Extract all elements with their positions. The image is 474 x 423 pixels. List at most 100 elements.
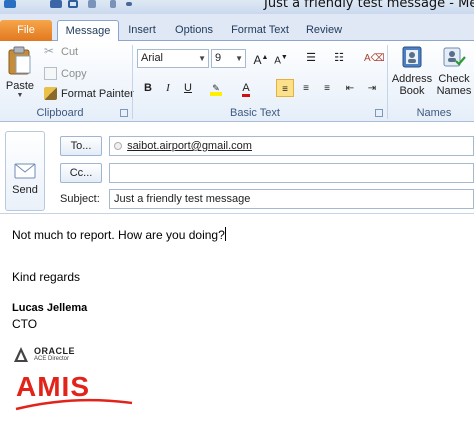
decrease-indent-button[interactable]: ⇤ bbox=[341, 79, 359, 97]
bold-button[interactable]: B bbox=[139, 79, 157, 97]
increase-indent-icon: ⇥ bbox=[367, 83, 377, 94]
check-names-icon bbox=[443, 47, 466, 67]
italic-button[interactable]: I bbox=[159, 79, 177, 97]
align-right-icon: ≡ bbox=[324, 83, 330, 94]
cc-field[interactable] bbox=[109, 163, 474, 183]
copy-icon bbox=[44, 67, 57, 80]
format-painter-button[interactable]: Format Painter bbox=[44, 87, 134, 100]
message-body[interactable]: Not much to report. How are you doing? K… bbox=[0, 215, 474, 423]
align-right-button[interactable]: ≡ bbox=[318, 79, 336, 97]
font-size-value: 9 bbox=[215, 52, 222, 64]
subject-field[interactable]: Just a friendly test message bbox=[109, 189, 474, 209]
grow-font-button[interactable]: A▲ bbox=[252, 49, 270, 67]
ace-director-text: ACE Director bbox=[34, 356, 70, 362]
align-center-icon: ≡ bbox=[303, 83, 309, 94]
copy-label: Copy bbox=[61, 67, 87, 80]
signature-role: CTO bbox=[12, 317, 38, 331]
underline-button[interactable]: U bbox=[179, 79, 197, 97]
oracle-wordmark: ORACLE bbox=[34, 346, 75, 356]
clipboard-icon bbox=[8, 46, 31, 75]
basic-text-group-label: Basic Text bbox=[230, 107, 280, 119]
oracle-ace-logo: ORACLE ACE Director bbox=[12, 346, 102, 366]
align-left-icon: ≡ bbox=[282, 84, 288, 95]
ribbon-tabs: File Message Insert Options Format Text … bbox=[0, 14, 474, 42]
font-name-value: Arial bbox=[141, 52, 164, 64]
address-book-label-2: Book bbox=[399, 85, 425, 97]
clipboard-launcher-icon[interactable] bbox=[120, 109, 128, 117]
address-book-button[interactable]: Address Book bbox=[391, 45, 433, 105]
title-bar: Just a friendly test message - Message ( bbox=[0, 0, 474, 14]
send-label: Send bbox=[12, 184, 38, 196]
cut-button[interactable]: ✂ Cut bbox=[44, 45, 78, 58]
body-line-1: Not much to report. How are you doing? bbox=[12, 227, 226, 242]
names-group-label: Names bbox=[416, 107, 452, 119]
body-line-1-text: Not much to report. How are you doing? bbox=[12, 228, 225, 242]
to-button[interactable]: To... bbox=[60, 136, 102, 156]
font-color-button[interactable]: A bbox=[237, 79, 255, 97]
paste-dropdown-icon[interactable]: ▼ bbox=[4, 92, 36, 99]
font-color-icon: A bbox=[242, 82, 250, 97]
bullets-button[interactable]: ☰ bbox=[302, 49, 320, 67]
paintbrush-icon bbox=[44, 87, 57, 100]
send-button[interactable]: Send bbox=[5, 131, 45, 211]
save-icon[interactable] bbox=[50, 0, 62, 8]
font-name-select[interactable]: Arial ▼ bbox=[137, 49, 209, 68]
amis-swoosh-icon bbox=[15, 398, 133, 411]
highlight-button[interactable]: ✎ bbox=[207, 79, 225, 97]
clear-formatting-button[interactable]: A⌫ bbox=[364, 49, 385, 67]
check-names-label-1: Check bbox=[438, 73, 470, 85]
ace-emblem-icon bbox=[14, 347, 28, 362]
tab-review[interactable]: Review bbox=[302, 20, 346, 41]
shrink-font-button[interactable]: A▼ bbox=[272, 49, 290, 67]
tab-insert[interactable]: Insert bbox=[122, 20, 162, 41]
cut-label: Cut bbox=[61, 45, 79, 58]
body-line-2: Kind regards bbox=[12, 270, 81, 284]
bullets-icon: ☰ bbox=[306, 52, 316, 64]
to-field[interactable]: saibot.airport@gmail.com bbox=[109, 136, 474, 156]
signature-name: Lucas Jellema bbox=[12, 302, 88, 314]
to-recipient[interactable]: saibot.airport@gmail.com bbox=[127, 140, 252, 152]
outlook-icon bbox=[4, 0, 16, 8]
amis-logo: AMIS bbox=[14, 371, 134, 411]
window-title: Just a friendly test message - Message ( bbox=[264, 0, 474, 11]
compose-header: Send To... saibot.airport@gmail.com Cc..… bbox=[0, 123, 474, 214]
basic-text-launcher-icon[interactable] bbox=[375, 109, 383, 117]
tab-options[interactable]: Options bbox=[170, 20, 218, 41]
qat-customize-icon[interactable] bbox=[126, 2, 132, 6]
copy-button[interactable]: Copy bbox=[44, 67, 87, 80]
chevron-down-icon: ▼ bbox=[235, 54, 243, 63]
numbering-icon: ☷ bbox=[334, 52, 344, 64]
address-book-label-1: Address bbox=[391, 73, 433, 85]
qat-more-icon[interactable] bbox=[110, 0, 116, 8]
paste-button[interactable]: Paste ▼ bbox=[4, 44, 36, 102]
undo-icon[interactable] bbox=[68, 0, 78, 8]
highlighter-icon: ✎ bbox=[210, 84, 222, 96]
tab-format-text[interactable]: Format Text bbox=[226, 20, 294, 41]
cc-button[interactable]: Cc... bbox=[60, 163, 102, 183]
ribbon: Paste ▼ ✂ Cut Copy Format Painter Clipbo… bbox=[0, 41, 474, 122]
align-left-button[interactable]: ≡ bbox=[276, 79, 294, 97]
tab-message[interactable]: Message bbox=[57, 20, 119, 42]
tab-file[interactable]: File bbox=[0, 20, 52, 41]
numbering-button[interactable]: ☷ bbox=[330, 49, 348, 67]
subject-label: Subject: bbox=[60, 193, 100, 205]
send-icon bbox=[14, 163, 36, 179]
scissors-icon: ✂ bbox=[44, 44, 55, 58]
address-book-icon bbox=[402, 46, 422, 68]
format-painter-label: Format Painter bbox=[61, 87, 134, 100]
recipient-status-icon bbox=[114, 142, 122, 150]
text-caret bbox=[224, 227, 226, 241]
paste-label: Paste bbox=[5, 80, 35, 92]
increase-indent-button[interactable]: ⇥ bbox=[363, 79, 381, 97]
check-names-label-2: Names bbox=[436, 85, 472, 97]
redo-icon[interactable] bbox=[88, 0, 96, 8]
chevron-down-icon: ▼ bbox=[198, 54, 206, 63]
font-size-select[interactable]: 9 ▼ bbox=[211, 49, 246, 68]
clipboard-group-label: Clipboard bbox=[36, 107, 84, 119]
check-names-button[interactable]: Check Names bbox=[434, 45, 474, 105]
decrease-indent-icon: ⇤ bbox=[345, 83, 355, 94]
group-separator bbox=[132, 45, 133, 119]
group-separator bbox=[387, 45, 388, 119]
clear-formatting-icon: A⌫ bbox=[364, 53, 385, 64]
align-center-button[interactable]: ≡ bbox=[297, 79, 315, 97]
